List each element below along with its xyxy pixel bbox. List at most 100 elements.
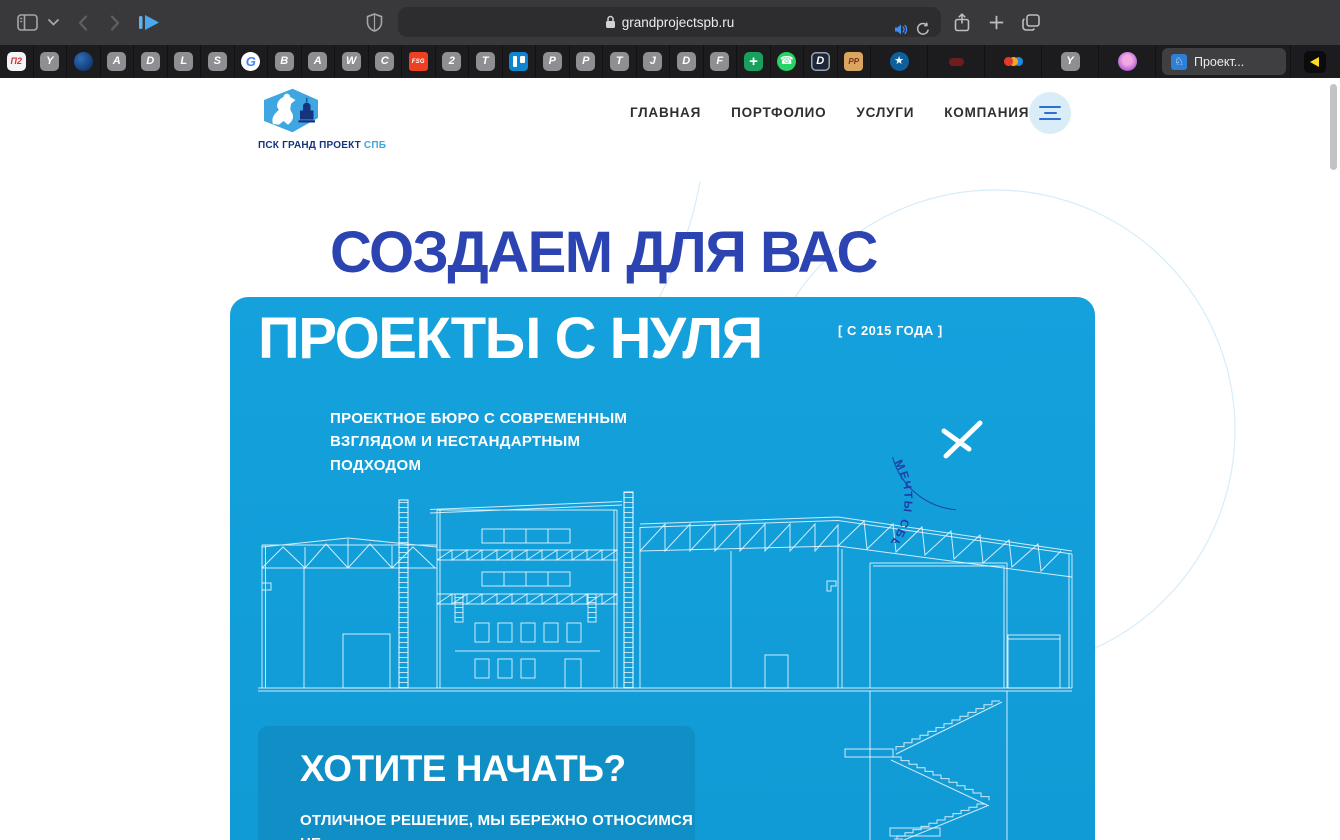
bookmark-blue-sphere-icon[interactable] (67, 45, 101, 78)
reload-button[interactable] (912, 14, 934, 44)
hero-card: ПРОЕКТЫ С НУЛЯ [ С 2015 ГОДА ] ПРОЕКТНОЕ… (230, 297, 1095, 840)
page-content: ПСК ГРАНД ПРОЕКТ СПБ ГЛАВНАЯ ПОРТФОЛИО У… (0, 78, 1340, 840)
p-letter-favicon: P (542, 52, 562, 71)
s-letter-favicon: S (207, 52, 227, 71)
nav-item-home[interactable]: ГЛАВНАЯ (630, 105, 701, 120)
t-letter-favicon: T (475, 52, 495, 71)
nav-item-services[interactable]: УСЛУГИ (856, 105, 914, 120)
bookmark-fsg-icon[interactable]: FSG (402, 45, 436, 78)
bookmark-google-icon[interactable]: G (235, 45, 268, 78)
b-letter-favicon: B (274, 52, 294, 71)
cta-title: ХОТИТЕ НАЧАТЬ? (300, 748, 626, 789)
bookmark-t-letter-2-icon[interactable]: T (603, 45, 637, 78)
l-letter-favicon: L (174, 52, 194, 71)
p2-favicon: П2 (6, 52, 26, 71)
browser-tab[interactable]: Проект... (1162, 48, 1286, 75)
fsg-favicon: FSG (408, 52, 428, 71)
google-favicon: G (241, 52, 261, 71)
bookmark-star-badge-icon[interactable]: ★ (871, 45, 928, 78)
bookmark-whatsapp-icon[interactable]: ☎ (771, 45, 804, 78)
dark-red-favicon (948, 57, 964, 66)
a-letter-favicon: A (107, 52, 127, 71)
bookmark-pp-gold-icon[interactable]: PP (838, 45, 871, 78)
main-nav: ГЛАВНАЯ ПОРТФОЛИО УСЛУГИ КОМПАНИЯ (630, 105, 1029, 120)
bookmark-b-letter-icon[interactable]: B (268, 45, 302, 78)
privacy-shield-icon[interactable] (362, 0, 386, 45)
bookmark-w-letter-icon[interactable]: W (335, 45, 369, 78)
bookmark-d-letter-2-icon[interactable]: D (670, 45, 704, 78)
scrollbar-thumb[interactable] (1330, 84, 1337, 170)
nav-item-portfolio[interactable]: ПОРТФОЛИО (731, 105, 826, 120)
new-tab-button[interactable] (982, 0, 1010, 45)
d-letter-favicon: D (140, 52, 160, 71)
site-favicon (1171, 53, 1187, 70)
bookmark-f-letter-icon[interactable]: F (704, 45, 737, 78)
browser-chrome: grandprojectspb.ru П2 Y A D L S G B A W C FSG 2 T P P T J… (0, 0, 1340, 78)
share-button[interactable] (948, 0, 976, 45)
rotating-text-badge: МЕЧТЫ СБЫВАЮТСЯ ВМЕСТЕ С ГРАНД ПРОЕКТ СП… (857, 365, 1035, 543)
extension-play-icon[interactable] (136, 0, 164, 45)
logo-text: ПСК ГРАНД ПРОЕКТ СПБ (258, 140, 387, 151)
plane-icon (941, 420, 983, 459)
forward-button[interactable] (102, 0, 128, 45)
yellow-arrow-icon (1310, 56, 1319, 67)
nav-item-company[interactable]: КОМПАНИЯ (944, 105, 1029, 120)
bookmark-c-letter-icon[interactable]: C (369, 45, 402, 78)
two-favicon: 2 (442, 52, 462, 71)
y-letter-2-favicon: Y (1060, 52, 1080, 71)
pp-gold-favicon: PP (844, 52, 864, 71)
lock-icon (605, 15, 615, 28)
f-letter-favicon: F (710, 52, 730, 71)
bookmark-y-letter-icon[interactable]: Y (34, 45, 67, 78)
browser-toolbar: grandprojectspb.ru (0, 0, 1340, 45)
whatsapp-favicon: ☎ (777, 52, 797, 71)
bookmark-j-letter-icon[interactable]: J (637, 45, 670, 78)
blue-sphere-favicon (73, 52, 93, 71)
trello-favicon (509, 52, 529, 71)
y-letter-favicon: Y (40, 52, 60, 71)
company-logo[interactable]: ПСК ГРАНД ПРОЕКТ СПБ (258, 88, 386, 151)
logo-emblem-icon (264, 88, 318, 133)
d-dark-favicon: D (810, 52, 830, 71)
d-letter-2-favicon: D (676, 52, 696, 71)
p-letter-2-favicon: P (576, 52, 596, 71)
bookmarks-bar: П2YADLSGBAWCFSG2TPPTJDF+☎DPP★Y Проект... (0, 45, 1340, 78)
bookmark-two-icon[interactable]: 2 (436, 45, 469, 78)
bookmark-a-letter-2-icon[interactable]: A (302, 45, 335, 78)
bookmark-s-letter-icon[interactable]: S (201, 45, 235, 78)
back-button[interactable] (70, 0, 96, 45)
bookmark-purple-brain-icon[interactable] (1099, 45, 1156, 78)
bookmark-a-letter-icon[interactable]: A (101, 45, 134, 78)
audio-mute-button[interactable] (891, 14, 911, 44)
t-letter-2-favicon: T (609, 52, 629, 71)
tab-overview-button[interactable] (1016, 0, 1046, 45)
bookmark-y-letter-2-icon[interactable]: Y (1042, 45, 1099, 78)
bookmark-trello-icon[interactable] (503, 45, 536, 78)
favorites-row: П2 Y A D L S G B A W C FSG 2 T P P T J D F + ☎ D PP ★ Y (0, 45, 1156, 78)
w-letter-favicon: W (341, 52, 361, 71)
hero-title-line2: ПРОЕКТЫ С НУЛЯ (258, 306, 763, 371)
bookmark-t-letter-icon[interactable]: T (469, 45, 503, 78)
address-bar[interactable]: grandprojectspb.ru (398, 7, 941, 37)
bookmark-d-letter-icon[interactable]: D (134, 45, 168, 78)
bookmark-p-letter-icon[interactable]: P (536, 45, 570, 78)
tab-title: Проект... (1194, 54, 1245, 69)
hero-subtitle: ПРОЕКТНОЕ БЮРО С СОВРЕМЕННЫМ ВЗГЛЯДОМ И … (330, 410, 628, 474)
chevron-down-icon[interactable] (44, 0, 62, 45)
bookmark-p-letter-2-icon[interactable]: P (570, 45, 603, 78)
hero-title-line1: СОЗДАЕМ ДЛЯ ВАС (330, 220, 878, 285)
bookmark-d-dark-icon[interactable]: D (804, 45, 838, 78)
cta-text-line: ОТЛИЧНОЕ РЕШЕНИЕ, МЫ БЕРЕЖНО ОТНОСИМСЯ Н… (300, 812, 694, 840)
bookmark-l-letter-icon[interactable]: L (168, 45, 201, 78)
pinned-app-icon[interactable] (1303, 50, 1326, 73)
bookmark-green-plus-icon[interactable]: + (737, 45, 771, 78)
bookmark-dark-red-icon[interactable] (928, 45, 985, 78)
menu-button[interactable] (1029, 92, 1071, 134)
sidebar-toggle-button[interactable] (12, 0, 42, 45)
j-letter-favicon: J (643, 52, 663, 71)
url-text: grandprojectspb.ru (621, 14, 735, 30)
bookmark-p2-icon[interactable]: П2 (0, 45, 34, 78)
bookmark-color-dots-icon[interactable] (985, 45, 1042, 78)
cta-box: ХОТИТЕ НАЧАТЬ? ОТЛИЧНОЕ РЕШЕНИЕ, МЫ БЕРЕ… (258, 726, 695, 840)
green-plus-favicon: + (743, 52, 763, 71)
